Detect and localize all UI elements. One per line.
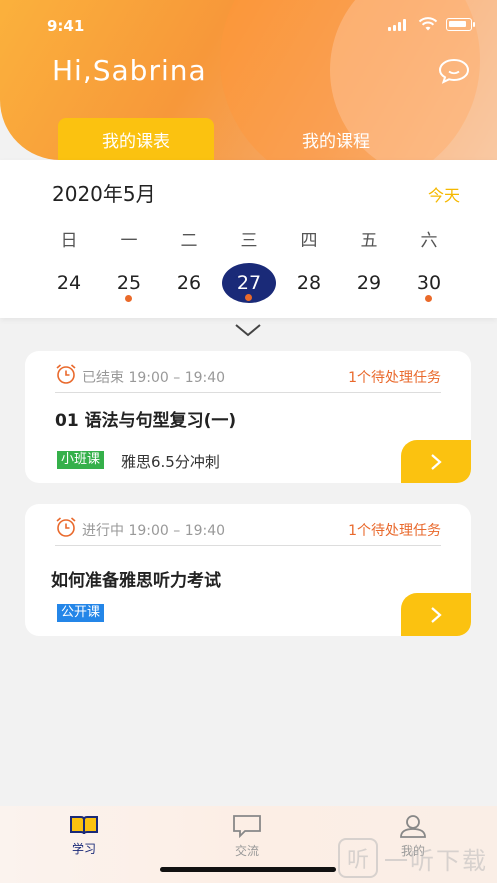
tab-label: 学习	[71, 842, 96, 856]
tab-study[interactable]: 学习	[54, 814, 114, 857]
week-calendar: 2020年5月 今天 日 一 二 三 四 五 六 24 25 26 27 28 …	[0, 160, 497, 318]
enter-lesson-button[interactable]	[401, 440, 471, 483]
day-row: 24 25 26 27 28 29 30	[39, 262, 459, 304]
home-indicator[interactable]	[160, 867, 336, 872]
tab-chat[interactable]: 交流	[217, 814, 277, 859]
greeting-title: Hi,Sabrina	[52, 54, 207, 87]
lesson-card-header: 已结束 19:00 – 19:40 1个待处理任务	[55, 363, 441, 393]
pending-tasks[interactable]: 1个待处理任务	[348, 367, 441, 387]
weekday-label: 四	[300, 231, 318, 251]
event-dot	[125, 295, 132, 302]
weekday-label: 日	[60, 231, 78, 251]
message-icon[interactable]	[438, 58, 470, 84]
course-name: 雅思6.5分冲刺	[121, 453, 220, 471]
calendar-day[interactable]: 24	[39, 262, 99, 304]
weekday-label: 一	[120, 231, 138, 251]
day-number: 26	[176, 272, 202, 294]
lesson-title: 01 语法与句型复习(一)	[55, 411, 237, 431]
status-bar: 9:41	[0, 0, 497, 50]
watermark-logo: 听	[338, 838, 378, 878]
tab-my-schedule[interactable]: 我的课表	[58, 118, 214, 160]
calendar-day[interactable]: 30	[399, 262, 459, 304]
header-banner: 9:41 Hi,Sabrina 我的课表 我的课程	[0, 0, 497, 160]
pending-tasks[interactable]: 1个待处理任务	[348, 520, 441, 540]
day-number: 29	[356, 272, 382, 294]
weekday-label: 三	[240, 231, 258, 251]
lesson-status: 已结束 19:00 – 19:40	[82, 370, 226, 386]
calendar-day[interactable]: 29	[339, 262, 399, 304]
day-number: 24	[56, 272, 82, 294]
lesson-status: 进行中 19:00 – 19:40	[82, 523, 226, 539]
enter-lesson-button[interactable]	[401, 593, 471, 636]
calendar-day[interactable]: 25	[99, 262, 159, 304]
weekday-label: 五	[360, 231, 378, 251]
lesson-card-header: 进行中 19:00 – 19:40 1个待处理任务	[55, 516, 441, 546]
chevron-right-icon	[431, 453, 442, 470]
signal-icon	[388, 19, 406, 31]
day-number: 28	[296, 272, 322, 294]
month-title: 2020年5月	[52, 182, 156, 206]
tab-label: 交流	[234, 844, 259, 858]
today-button[interactable]: 今天	[428, 182, 460, 206]
wifi-icon	[418, 17, 438, 31]
calendar-day[interactable]: 28	[279, 262, 339, 304]
lesson-card[interactable]: 已结束 19:00 – 19:40 1个待处理任务 01 语法与句型复习(一) …	[25, 351, 471, 483]
user-icon	[400, 815, 426, 838]
schedule-tabs: 我的课表 我的课程	[0, 118, 497, 160]
calendar-day[interactable]: 26	[159, 262, 219, 304]
day-number: 30	[416, 272, 442, 294]
lesson-title: 如何准备雅思听力考试	[51, 571, 221, 591]
alarm-clock-icon	[56, 364, 76, 384]
alarm-clock-icon	[56, 517, 76, 537]
chevron-right-icon	[431, 606, 442, 623]
weekday-row: 日 一 二 三 四 五 六	[39, 226, 459, 251]
book-icon	[70, 816, 98, 835]
weekday-label: 六	[420, 231, 438, 251]
calendar-day-selected[interactable]: 27	[219, 262, 279, 304]
class-type-badge: 公开课	[57, 604, 105, 622]
event-dot	[425, 295, 432, 302]
lesson-card[interactable]: 进行中 19:00 – 19:40 1个待处理任务 如何准备雅思听力考试 公开课	[25, 504, 471, 636]
tab-my-courses[interactable]: 我的课程	[258, 118, 414, 160]
status-time: 9:41	[47, 17, 85, 35]
watermark-text: 一听下载	[384, 846, 488, 875]
chat-icon	[233, 815, 261, 838]
event-dot	[245, 294, 252, 301]
watermark: 听 一听下载	[338, 838, 488, 878]
weekday-label: 二	[180, 231, 198, 251]
class-type-badge: 小班课	[57, 451, 105, 469]
battery-icon	[446, 18, 475, 31]
chevron-down-icon[interactable]	[234, 322, 262, 338]
day-number: 25	[116, 272, 142, 294]
